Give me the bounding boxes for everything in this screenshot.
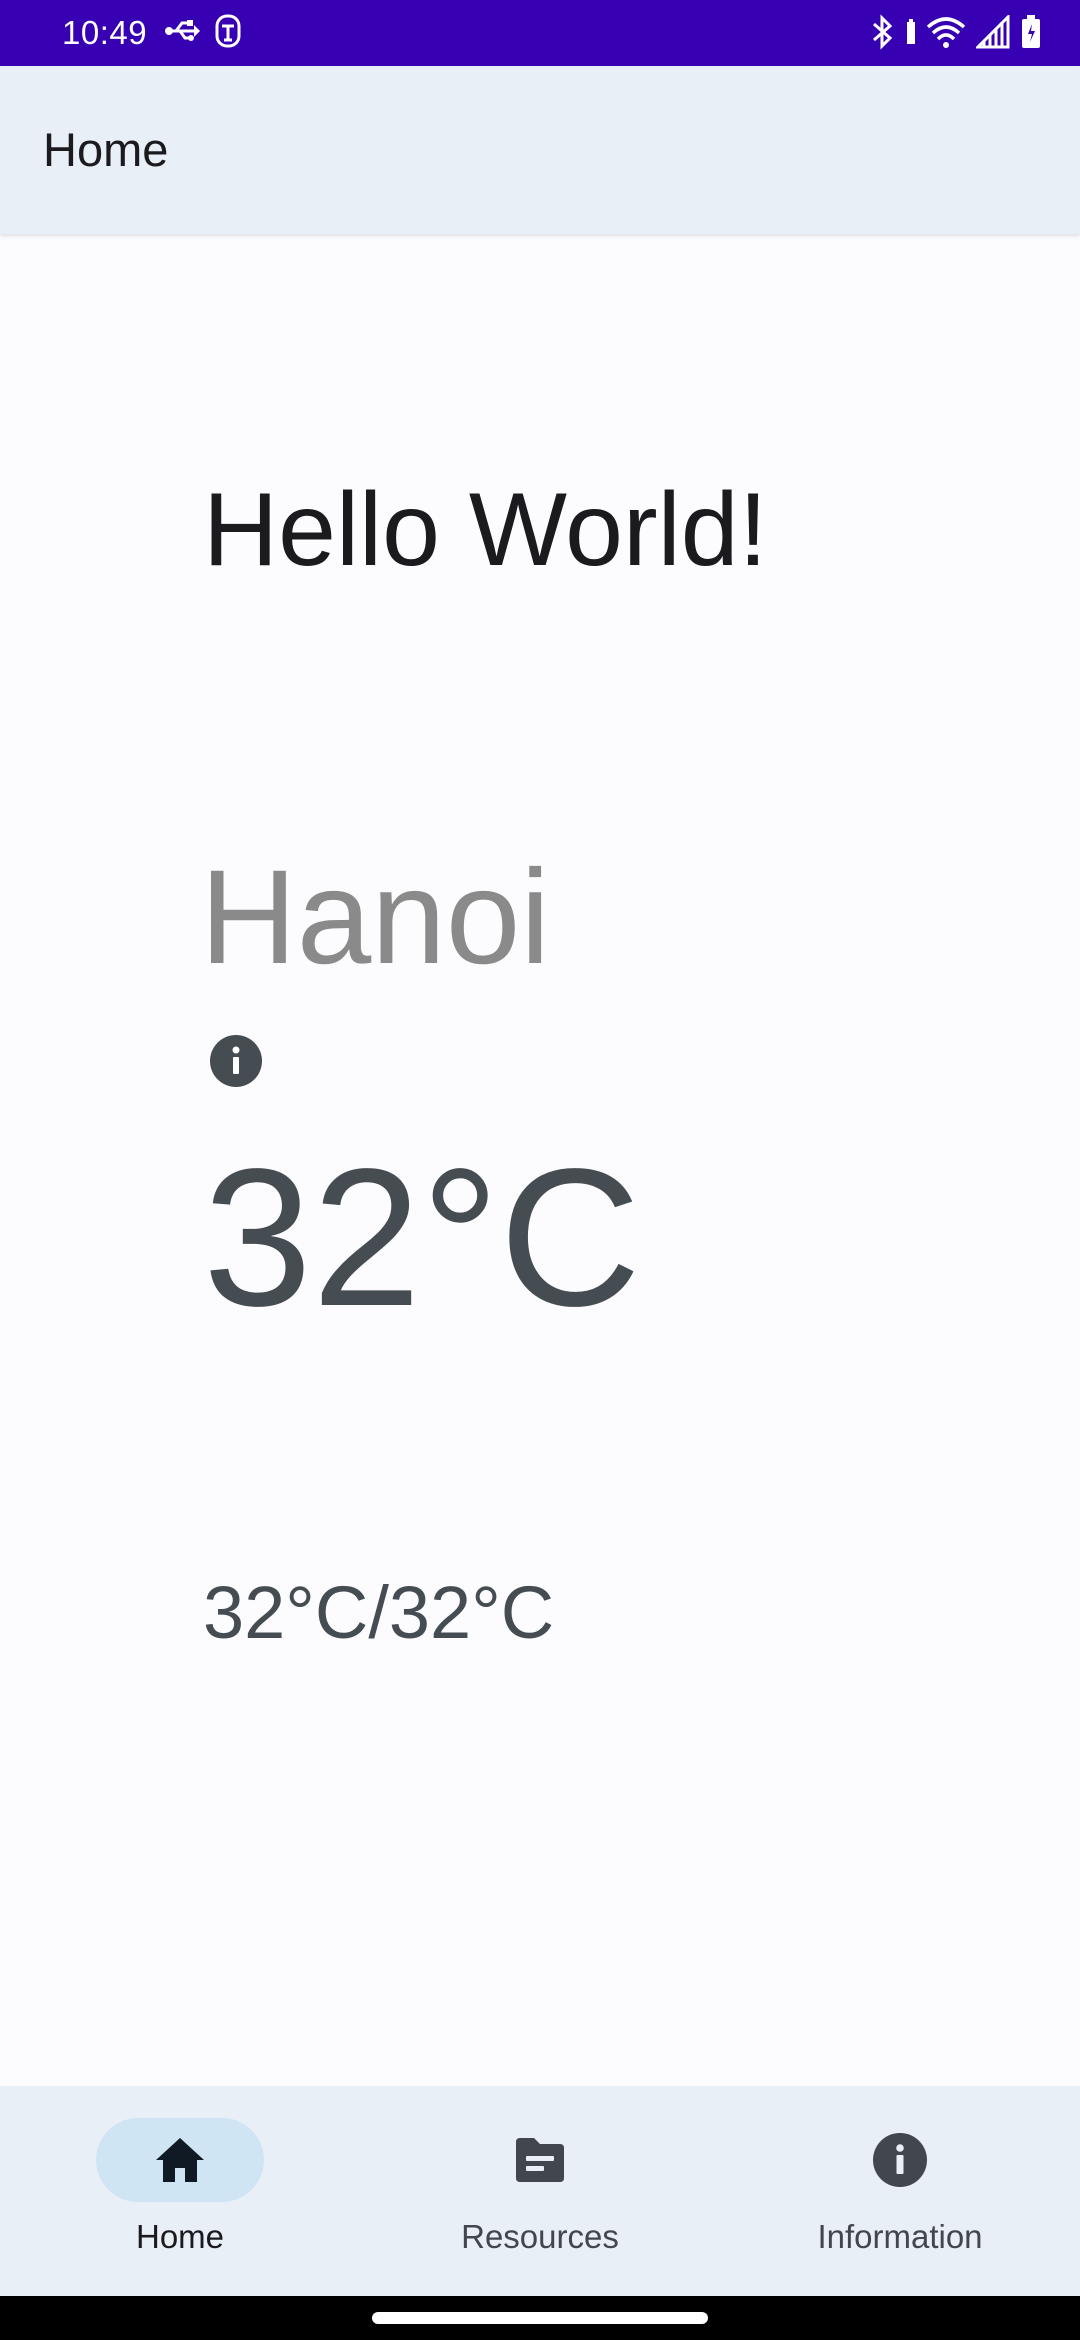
info-icon[interactable] bbox=[209, 1034, 263, 1088]
nav-item-home[interactable]: Home bbox=[0, 2086, 360, 2296]
wifi-icon bbox=[926, 17, 966, 48]
status-time: 10:49 bbox=[62, 14, 148, 51]
usb-icon bbox=[165, 20, 200, 41]
status-right-icons bbox=[870, 14, 1042, 50]
info-icon bbox=[873, 2133, 927, 2187]
status-bar: 10:49 bbox=[0, 0, 1080, 66]
bottom-navigation: Home Resources Information bbox=[0, 2086, 1080, 2296]
app-screen: 10:49 Home Hello World! Hanoi 32°C 32°C/… bbox=[0, 0, 1080, 2340]
bluetooth-icon bbox=[873, 14, 893, 50]
battery-icon bbox=[1022, 15, 1040, 48]
top-app-bar: Home bbox=[0, 66, 1080, 234]
nav-label-information: Information bbox=[817, 2218, 983, 2255]
nav-label-home: Home bbox=[135, 2218, 225, 2255]
nav-item-resources[interactable]: Resources bbox=[360, 2086, 720, 2296]
temperature-range: 32°C/32°C bbox=[203, 1571, 555, 1654]
city-name: Hanoi bbox=[200, 843, 551, 992]
signal-icon bbox=[976, 15, 1010, 49]
home-gesture-handle[interactable] bbox=[372, 2312, 708, 2324]
status-left-icons bbox=[164, 14, 242, 48]
nav-item-information[interactable]: Information bbox=[720, 2086, 1080, 2296]
greeting-text: Hello World! bbox=[203, 472, 768, 588]
current-temperature: 32°C bbox=[203, 1128, 641, 1347]
home-icon bbox=[156, 2138, 204, 2182]
nav-label-resources: Resources bbox=[461, 2218, 619, 2255]
page-title: Home bbox=[43, 123, 169, 176]
folder-icon bbox=[516, 2138, 564, 2182]
gesture-bar bbox=[0, 2296, 1080, 2340]
battery-small-icon bbox=[907, 19, 915, 44]
accessibility-icon bbox=[215, 14, 241, 48]
